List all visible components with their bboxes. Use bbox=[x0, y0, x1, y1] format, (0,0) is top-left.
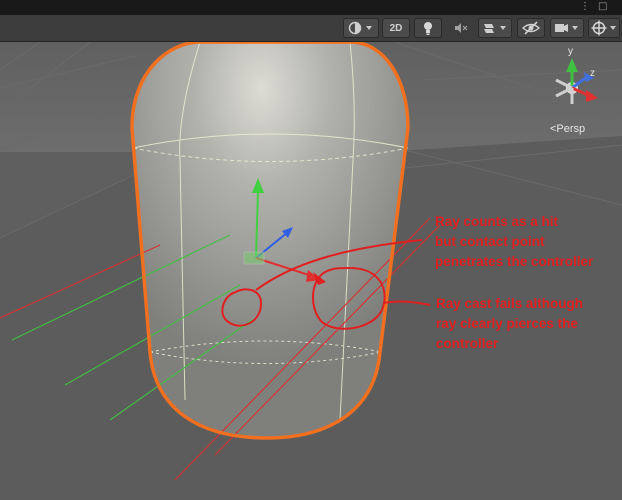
effects-dropdown[interactable] bbox=[478, 18, 512, 38]
lighting-icon bbox=[424, 22, 432, 35]
annotation-hit-note: Ray counts as a hit but contact point pe… bbox=[435, 214, 594, 269]
effects-icon bbox=[484, 24, 506, 33]
more-options-icon[interactable]: ⋮ bbox=[580, 1, 590, 12]
audio-mute-icon bbox=[455, 23, 468, 33]
audio-toggle[interactable] bbox=[449, 18, 473, 38]
2d-mode-label: 2D bbox=[389, 22, 403, 34]
scene-visibility-toggle[interactable] bbox=[517, 18, 545, 38]
camera-settings-dropdown[interactable] bbox=[550, 18, 584, 38]
window-titlebar: ⋮ □ bbox=[0, 0, 622, 15]
gizmos-dropdown[interactable] bbox=[588, 18, 620, 38]
gizmo-y-label: y bbox=[568, 46, 573, 57]
shading-mode-dropdown[interactable] bbox=[343, 18, 379, 38]
view-mode-label[interactable]: <Persp bbox=[550, 123, 585, 135]
character-controller-capsule[interactable] bbox=[132, 42, 408, 438]
lighting-toggle[interactable] bbox=[414, 18, 442, 38]
camera-icon bbox=[555, 24, 578, 32]
scene-toolbar: 2D bbox=[0, 15, 622, 42]
maximize-icon[interactable]: □ bbox=[598, 1, 607, 12]
gizmo-z-label: z bbox=[590, 68, 595, 79]
2d-mode-button[interactable]: 2D bbox=[382, 18, 410, 38]
annotation-fail-note: Ray cast fails although ray clearly pier… bbox=[436, 296, 584, 351]
scene-visibility-icon bbox=[521, 21, 541, 35]
shading-mode-icon bbox=[348, 21, 372, 35]
gizmos-icon bbox=[591, 20, 616, 36]
